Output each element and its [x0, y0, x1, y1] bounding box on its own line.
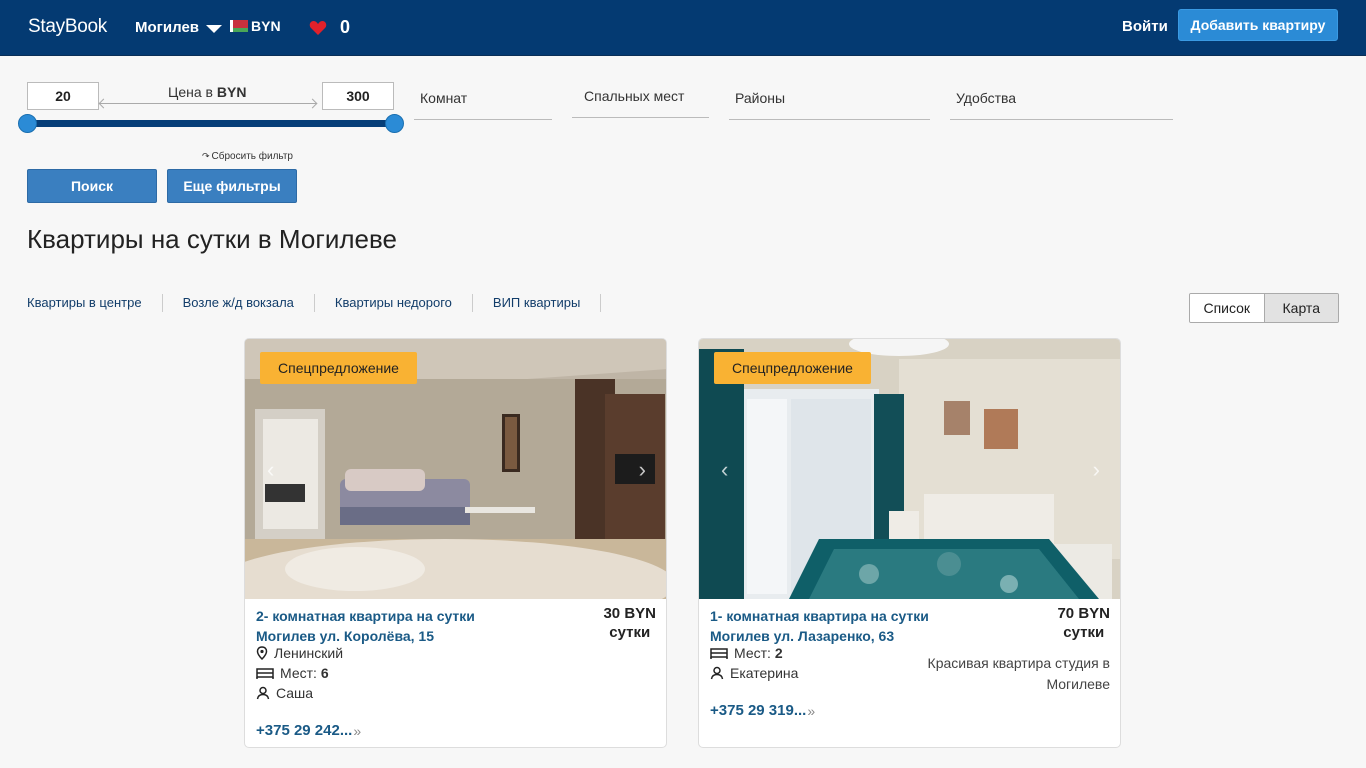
quick-link-vip[interactable]: ВИП квартиры: [493, 294, 602, 312]
list-view-button[interactable]: Список: [1190, 294, 1264, 322]
special-offer-badge: Спецпредложение: [714, 352, 871, 384]
places-count: 6: [320, 665, 329, 681]
listing-card[interactable]: Спецпредложение ‹ › 1- комнатная квартир…: [698, 338, 1121, 748]
favorites-count: 0: [340, 17, 351, 37]
listing-card[interactable]: Спецпредложение ‹ › 2- комнатная квартир…: [244, 338, 667, 748]
redo-arrow-icon: ↷: [202, 151, 210, 161]
user-icon: [710, 666, 724, 680]
price-label: Цена в BYN: [168, 84, 246, 100]
listing-price: 30 BYN сутки: [603, 604, 656, 642]
price-max-input[interactable]: 300: [322, 82, 394, 110]
listing-title-text: 2- комнатная квартира на сутки: [256, 608, 475, 624]
currency-selector[interactable]: BYN: [230, 18, 281, 34]
chevron-down-icon: [206, 24, 223, 33]
phone-link[interactable]: +375 29 319... »: [710, 702, 815, 719]
price-value: 30 BYN: [603, 605, 656, 622]
phone-number: +375 29 319...: [710, 702, 807, 719]
listing-price: 70 BYN сутки: [1057, 604, 1110, 642]
search-button[interactable]: Поиск: [27, 169, 157, 203]
district-info: Ленинский: [256, 645, 343, 661]
prev-photo-arrow-icon[interactable]: ‹: [267, 457, 274, 483]
more-filters-button[interactable]: Еще фильтры: [167, 169, 297, 203]
user-icon: [256, 686, 270, 700]
quick-links: Квартиры в центре Возле ж/д вокзала Квар…: [27, 294, 602, 312]
phone-number: +375 29 242...: [256, 722, 353, 739]
listing-address: Могилев ул. Королёва, 15: [256, 628, 435, 644]
bed-icon: [256, 668, 274, 679]
listing-title[interactable]: 2- комнатная квартира на сутки Могилев у…: [256, 606, 475, 646]
price-value: 70 BYN: [1057, 605, 1110, 622]
places-label: Мест:: [734, 645, 771, 661]
amenities-select[interactable]: Удобства: [950, 90, 1173, 120]
price-unit: сутки: [609, 624, 651, 641]
favorites-button[interactable]: 0: [309, 17, 350, 38]
city-label: Могилев: [135, 19, 200, 36]
double-chevron-right-icon: »: [353, 722, 362, 739]
host-info: Саша: [256, 685, 313, 701]
places-count: 2: [774, 645, 783, 661]
rooms-select[interactable]: Комнат: [414, 90, 552, 120]
listing-title-text: 1- комнатная квартира на сутки: [710, 608, 929, 624]
location-pin-icon: [256, 646, 268, 660]
add-apartment-button[interactable]: Добавить квартиру: [1178, 9, 1338, 41]
places-info: Мест: 2: [710, 645, 783, 661]
currency-label: BYN: [251, 18, 281, 34]
belarus-flag-icon: [230, 20, 248, 32]
host-name: Екатерина: [730, 665, 799, 681]
district-name: Ленинский: [274, 645, 344, 661]
price-slider-track[interactable]: [28, 120, 394, 127]
quick-link-center[interactable]: Квартиры в центре: [27, 294, 163, 312]
reset-filter-link[interactable]: ↷ Сбросить фильтр: [202, 151, 293, 162]
quick-link-cheap[interactable]: Квартиры недорого: [335, 294, 473, 312]
listing-title[interactable]: 1- комнатная квартира на сутки Могилев у…: [710, 606, 929, 646]
heart-icon: [309, 20, 327, 35]
special-offer-badge: Спецпредложение: [260, 352, 417, 384]
reset-filter-label: Сбросить фильтр: [211, 151, 293, 162]
price-slider-max-handle[interactable]: [385, 114, 404, 133]
map-view-button[interactable]: Карта: [1263, 294, 1338, 322]
sleeping-places-select[interactable]: Спальных мест: [572, 88, 709, 118]
listing-description: Красивая квартира студия в Могилеве: [927, 655, 1110, 692]
login-link[interactable]: Войти: [1122, 18, 1168, 35]
places-label: Мест:: [280, 665, 317, 681]
price-range-arrow: [100, 103, 316, 104]
price-unit: сутки: [1063, 624, 1105, 641]
page-title: Квартиры на сутки в Могилеве: [27, 224, 397, 254]
listing-photo[interactable]: Спецпредложение ‹ ›: [245, 339, 666, 599]
quick-link-station[interactable]: Возле ж/д вокзала: [183, 294, 315, 312]
listing-photo[interactable]: Спецпредложение ‹ ›: [699, 339, 1120, 599]
bed-icon: [710, 648, 728, 659]
price-min-input[interactable]: 20: [27, 82, 99, 110]
brand-logo[interactable]: StayBook: [28, 16, 107, 38]
price-label-currency: BYN: [216, 84, 247, 100]
price-label-text: Цена в: [168, 84, 213, 100]
top-navbar: StayBook Могилев BYN 0 Войти Добавить кв…: [0, 0, 1366, 56]
price-slider-min-handle[interactable]: [18, 114, 37, 133]
next-photo-arrow-icon[interactable]: ›: [639, 457, 646, 483]
host-info: Екатерина: [710, 665, 798, 681]
host-name: Саша: [276, 685, 314, 701]
next-photo-arrow-icon[interactable]: ›: [1093, 457, 1100, 483]
phone-link[interactable]: +375 29 242... »: [256, 722, 361, 739]
view-toggle: Список Карта: [1189, 293, 1339, 323]
city-selector[interactable]: Могилев: [135, 19, 223, 36]
prev-photo-arrow-icon[interactable]: ‹: [721, 457, 728, 483]
districts-select[interactable]: Районы: [729, 90, 930, 120]
listing-address: Могилев ул. Лазаренко, 63: [710, 628, 895, 644]
double-chevron-right-icon: »: [807, 702, 816, 719]
places-info: Мест: 6: [256, 665, 329, 681]
